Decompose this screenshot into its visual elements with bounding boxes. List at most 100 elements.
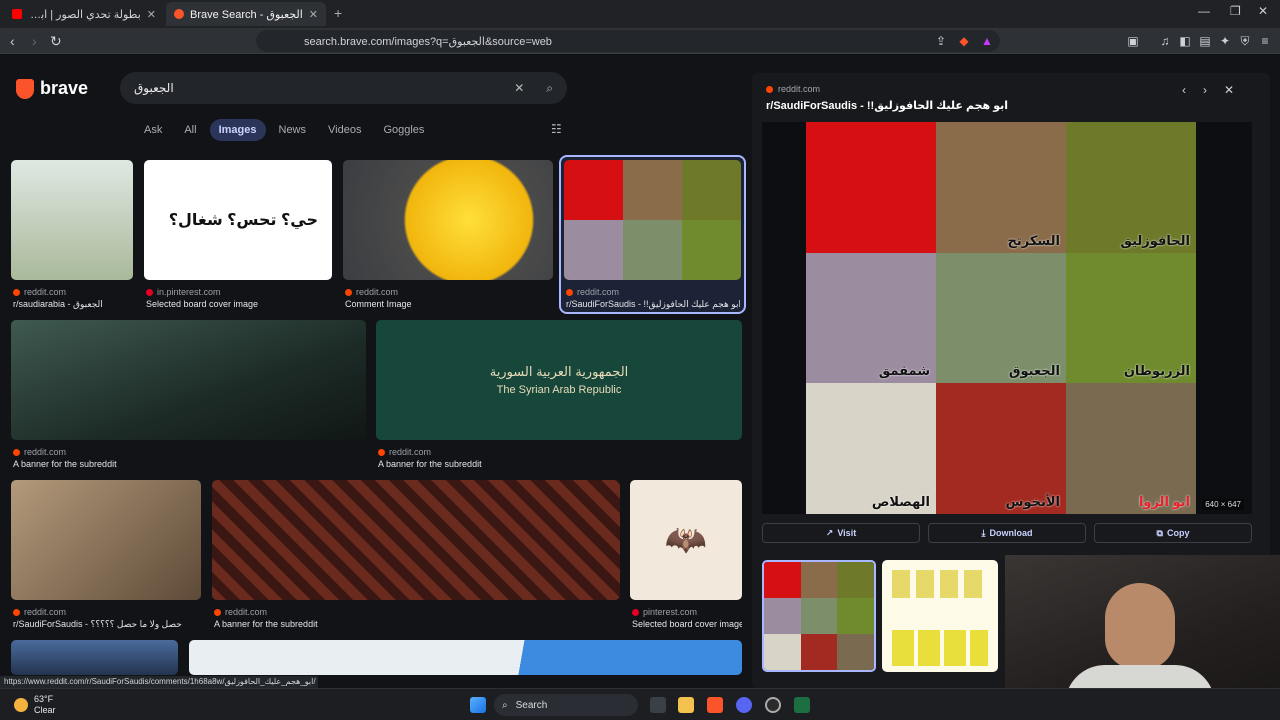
back-icon[interactable]: ‹ bbox=[10, 33, 15, 49]
tab-title: بطولة تحدي الصور | ابو السعد و ح... bbox=[28, 8, 141, 21]
task-view-icon[interactable] bbox=[650, 697, 666, 713]
image-result[interactable]: reddit.com r/SaudiForSaudis - حصل ولا ما… bbox=[11, 480, 201, 630]
tab-images[interactable]: Images bbox=[209, 119, 266, 141]
result-caption: Selected board cover image bbox=[146, 299, 259, 309]
copy-icon: ⧉ bbox=[1156, 527, 1163, 538]
restore-icon[interactable]: ❐ bbox=[1230, 4, 1241, 18]
windows-start-icon[interactable] bbox=[470, 697, 486, 713]
result-source: reddit.com bbox=[356, 287, 399, 297]
minimize-icon[interactable]: — bbox=[1198, 4, 1210, 18]
close-preview-icon[interactable]: ✕ bbox=[1224, 83, 1234, 97]
url-text: search.brave.com/images?q=الجعبوق&source… bbox=[304, 35, 552, 48]
screenshot-icon[interactable]: ▣ bbox=[1126, 34, 1140, 48]
weather-icon bbox=[14, 698, 28, 712]
related-image-selected[interactable] bbox=[762, 560, 876, 672]
result-source: reddit.com bbox=[225, 607, 268, 617]
taskbar: 63°F Clear ⌕ Search bbox=[0, 688, 1280, 720]
tab-inactive[interactable]: بطولة تحدي الصور | ابو السعد و ح... ✕ bbox=[4, 2, 164, 26]
url-field[interactable]: search.brave.com/images?q=الجعبوق&source… bbox=[256, 30, 1000, 52]
file-explorer-icon[interactable] bbox=[678, 697, 694, 713]
next-icon[interactable]: › bbox=[1203, 83, 1207, 97]
image-result[interactable]: 🦇 pinterest.com Selected board cover ima… bbox=[630, 480, 742, 630]
image-result[interactable]: reddit.com A banner for the subreddit bbox=[212, 480, 620, 630]
image-result[interactable] bbox=[189, 640, 742, 675]
result-caption: A banner for the subreddit bbox=[13, 459, 117, 469]
image-result[interactable]: الجمهورية العربية السورية The Syrian Ara… bbox=[376, 320, 742, 470]
streamer-face bbox=[1105, 583, 1175, 669]
tab-active[interactable]: Brave Search - الجعبوق ✕ bbox=[166, 2, 326, 26]
excel-icon[interactable] bbox=[794, 697, 810, 713]
copy-button[interactable]: ⧉ Copy bbox=[1094, 523, 1252, 543]
tab-all[interactable]: All bbox=[175, 119, 205, 141]
rewards-icon[interactable]: ▲ bbox=[980, 34, 994, 48]
vpn-icon[interactable]: ⛨ bbox=[1238, 34, 1252, 48]
taskbar-search[interactable]: ⌕ Search bbox=[494, 694, 638, 716]
logo-text: brave bbox=[40, 78, 89, 98]
reddit-icon bbox=[766, 85, 773, 93]
reddit-icon bbox=[13, 608, 20, 616]
weather-widget[interactable]: 63°F Clear bbox=[14, 694, 56, 716]
share-icon[interactable]: ⇪ bbox=[934, 34, 948, 48]
preview-title: r/SaudiForSaudis - !!ابو هجم عليك الحافو… bbox=[766, 100, 1008, 112]
grid-cell: الجعبوق bbox=[936, 252, 1066, 384]
banner-arabic-text: الجمهورية العربية السورية bbox=[489, 364, 629, 379]
image-result[interactable]: reddit.com A banner for the subreddit bbox=[11, 320, 366, 470]
image-result[interactable] bbox=[11, 640, 178, 675]
result-caption: Selected board cover image bbox=[632, 619, 742, 629]
leo-ai-icon[interactable]: ✦ bbox=[1218, 34, 1232, 48]
menu-icon[interactable]: ≡ bbox=[1258, 34, 1272, 48]
wallet-icon[interactable]: ▤ bbox=[1198, 34, 1212, 48]
previous-icon[interactable]: ‹ bbox=[1182, 83, 1186, 97]
forward-icon[interactable]: › bbox=[32, 33, 37, 49]
tab-ask[interactable]: Ask bbox=[135, 119, 171, 141]
pinterest-icon bbox=[632, 608, 639, 616]
visit-button[interactable]: ↗ Visit bbox=[762, 523, 920, 543]
result-caption: A banner for the subreddit bbox=[378, 459, 482, 469]
close-tab-icon[interactable]: ✕ bbox=[147, 8, 156, 21]
tab-videos[interactable]: Videos bbox=[319, 119, 370, 141]
media-icon[interactable]: ♫ bbox=[1158, 34, 1172, 48]
result-thumbnail: 🦇 bbox=[630, 480, 742, 600]
result-caption: r/SaudiForSaudis - !!ابو هجم عليك الحافو… bbox=[566, 299, 740, 309]
obs-icon[interactable] bbox=[765, 697, 781, 713]
image-result-selected[interactable]: reddit.com r/SaudiForSaudis - !!ابو هجم … bbox=[559, 155, 746, 314]
grid-cell: السكرتح bbox=[936, 122, 1066, 253]
sidebar-icon[interactable]: ◧ bbox=[1178, 34, 1192, 48]
grid-cell: الحافوزليق bbox=[1066, 122, 1196, 253]
result-source: reddit.com bbox=[24, 607, 67, 617]
address-toolbar: ‹ › ↻ ☐ search.brave.com/images?q=الجعبو… bbox=[0, 28, 1280, 54]
search-icon[interactable]: ⌕ bbox=[546, 81, 553, 96]
brave-logo[interactable]: brave bbox=[16, 78, 88, 99]
discord-icon[interactable] bbox=[736, 697, 752, 713]
download-button[interactable]: ⤓ Download bbox=[928, 523, 1086, 543]
result-thumbnail bbox=[11, 320, 366, 440]
reddit-icon bbox=[214, 608, 221, 616]
tab-news[interactable]: News bbox=[270, 119, 316, 141]
image-result[interactable]: reddit.com Comment Image bbox=[343, 160, 553, 310]
banner-english-text: The Syrian Arab Republic bbox=[496, 384, 622, 396]
tab-goggles[interactable]: Goggles bbox=[374, 119, 433, 141]
result-source: in.pinterest.com bbox=[157, 287, 221, 297]
result-thumbnail: حي؟ تحس؟ شغال؟ bbox=[144, 160, 332, 280]
reload-icon[interactable]: ↻ bbox=[50, 33, 62, 50]
search-input[interactable]: الجعبوق bbox=[134, 81, 514, 95]
result-source: pinterest.com bbox=[643, 607, 698, 617]
pinterest-icon bbox=[146, 288, 153, 296]
search-box[interactable]: الجعبوق ✕ ⌕ bbox=[120, 72, 567, 104]
image-result[interactable]: reddit.com r/saudiarabia - الجعبوق bbox=[11, 160, 133, 310]
brave-shields-icon[interactable]: ◆ bbox=[957, 34, 971, 48]
thumbnail-text: حي؟ تحس؟ شغال؟ bbox=[168, 212, 318, 229]
reddit-icon bbox=[566, 288, 573, 296]
brave-icon bbox=[174, 9, 184, 19]
related-image[interactable] bbox=[882, 560, 998, 672]
plus-icon[interactable]: + bbox=[334, 5, 342, 21]
grid-cell bbox=[806, 122, 936, 253]
preview-actions: ↗ Visit ⤓ Download ⧉ Copy bbox=[762, 523, 1252, 543]
filter-icon[interactable]: ☷ bbox=[551, 122, 562, 136]
image-result[interactable]: حي؟ تحس؟ شغال؟ in.pinterest.com Selected… bbox=[144, 160, 332, 310]
brave-taskbar-icon[interactable] bbox=[707, 697, 723, 713]
result-thumbnail bbox=[11, 160, 133, 280]
close-icon[interactable]: ✕ bbox=[1258, 4, 1268, 18]
clear-icon[interactable]: ✕ bbox=[514, 81, 524, 95]
close-tab-icon[interactable]: ✕ bbox=[309, 8, 318, 21]
